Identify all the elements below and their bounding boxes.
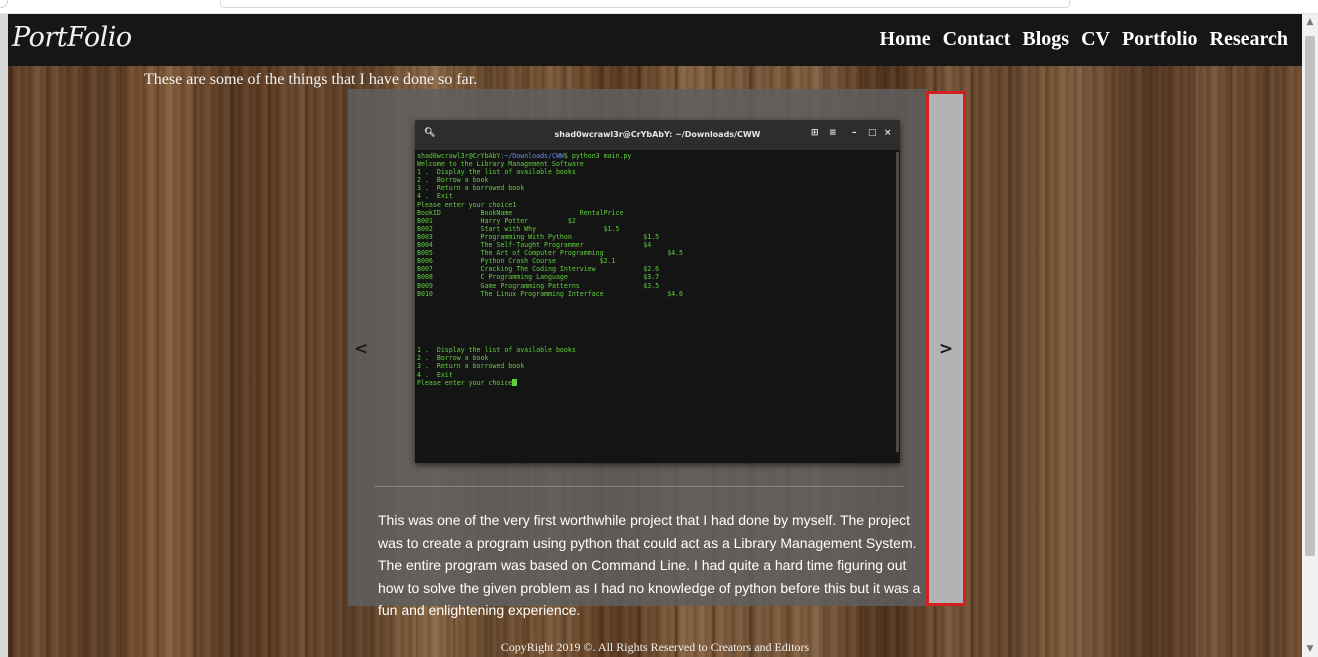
terminal-table-row: B009 Game Programming Patterns $3.5 (417, 281, 660, 290)
terminal-title: shad0wcrawl3r@CrYbAbY: ~/Downloads/CWW (554, 130, 761, 139)
new-tab-icon: ⊞ (811, 128, 819, 138)
terminal-line: Welcome to the Library Management Softwa… (417, 160, 584, 169)
site-logo[interactable]: PortFolio (12, 22, 132, 53)
terminal-table-row: B002 Start with Why $1.5 (417, 224, 620, 233)
site-header: PortFolio Home Contact Blogs CV Portfoli… (8, 14, 1302, 66)
terminal-line: 3 . Return a borrowed book (417, 362, 525, 371)
terminal-table-row: B010 The Linux Programming Interface $4.… (417, 289, 683, 298)
browser-top-strip (0, 0, 1318, 14)
terminal-line: Please enter your choice (417, 378, 892, 387)
terminal-table-row: B008 C Programming Language $3.7 (417, 273, 660, 282)
terminal-line: 3 . Return a borrowed book (417, 184, 525, 193)
page: PortFolio Home Contact Blogs CV Portfoli… (8, 14, 1302, 657)
page-scrollbar[interactable]: ▲ ▼ (1302, 14, 1318, 657)
terminal-table-row: B007 Cracking The Coding Interview $2.6 (417, 265, 660, 274)
terminal-line: 4 . Exit (417, 192, 453, 201)
terminal-line: 1 . Display the list of available books (417, 168, 576, 177)
terminal-line: 1 . Display the list of available books (417, 346, 576, 355)
minimize-icon: – (852, 128, 857, 138)
scroll-up-icon[interactable]: ▲ (1302, 14, 1318, 30)
project-description: This was one of the very first worthwhil… (378, 512, 921, 618)
intro-text: These are some of the things that I have… (144, 71, 478, 88)
terminal-table-row: B004 The Self-Taught Programmer $4 (417, 241, 652, 250)
nav-contact[interactable]: Contact (943, 28, 1011, 51)
carousel-next-button[interactable]: > (926, 91, 966, 606)
terminal-titlebar: 🔍︎ shad0wcrawl3r@CrYbAbY: ~/Downloads/CW… (415, 120, 900, 150)
maximize-icon: □ (868, 128, 877, 138)
terminal-line: shad0wcrawl3r@CrYbAbY:~/Downloads/CWW$ p… (417, 152, 632, 160)
scroll-down-icon[interactable]: ▼ (1302, 641, 1318, 657)
project-carousel: < 🔍︎ shad0wcrawl3r@CrYbAbY: ~/Downloads/… (348, 89, 928, 618)
nav-portfolio[interactable]: Portfolio (1122, 28, 1198, 51)
nav-cv[interactable]: CV (1081, 28, 1110, 51)
terminal-line: 4 . Exit (417, 370, 453, 379)
carousel-prev-button[interactable]: < (354, 339, 368, 359)
nav-home[interactable]: Home (880, 28, 931, 51)
project-screenshot: 🔍︎ shad0wcrawl3r@CrYbAbY: ~/Downloads/CW… (415, 120, 900, 463)
terminal-cursor (512, 378, 518, 386)
terminal-table-row: B003 Programming With Python $1.5 (417, 232, 660, 241)
nav-research[interactable]: Research (1210, 28, 1289, 51)
scrollbar-thumb[interactable] (1305, 36, 1315, 556)
carousel-divider (374, 486, 904, 487)
terminal-output: shad0wcrawl3r@CrYbAbY:~/Downloads/CWW$ p… (417, 152, 892, 387)
terminal-line: 2 . Borrow a book (417, 354, 489, 363)
terminal-table-header: BookID BookName RentalPrice (417, 208, 624, 217)
nav-blogs[interactable]: Blogs (1022, 28, 1069, 51)
main-nav: Home Contact Blogs CV Portfolio Research (880, 28, 1288, 51)
browser-button[interactable] (0, 0, 8, 8)
site-footer: CopyRight 2019 ©. All Rights Reserved to… (500, 640, 810, 654)
terminal-table-row: B001 Harry Potter $2 (417, 216, 576, 225)
browser-address-bar[interactable] (220, 0, 1070, 8)
terminal-table-row: B005 The Art of Computer Programming $4.… (417, 249, 683, 258)
close-icon: × (884, 128, 892, 138)
terminal-scrollbar (896, 152, 899, 452)
terminal-table-row: B006 Python Crash Course $2.1 (417, 257, 616, 266)
terminal-line: Please enter your choice1 (417, 200, 517, 209)
terminal-line: 2 . Borrow a book (417, 176, 489, 185)
menu-icon: ≡ (829, 128, 837, 138)
